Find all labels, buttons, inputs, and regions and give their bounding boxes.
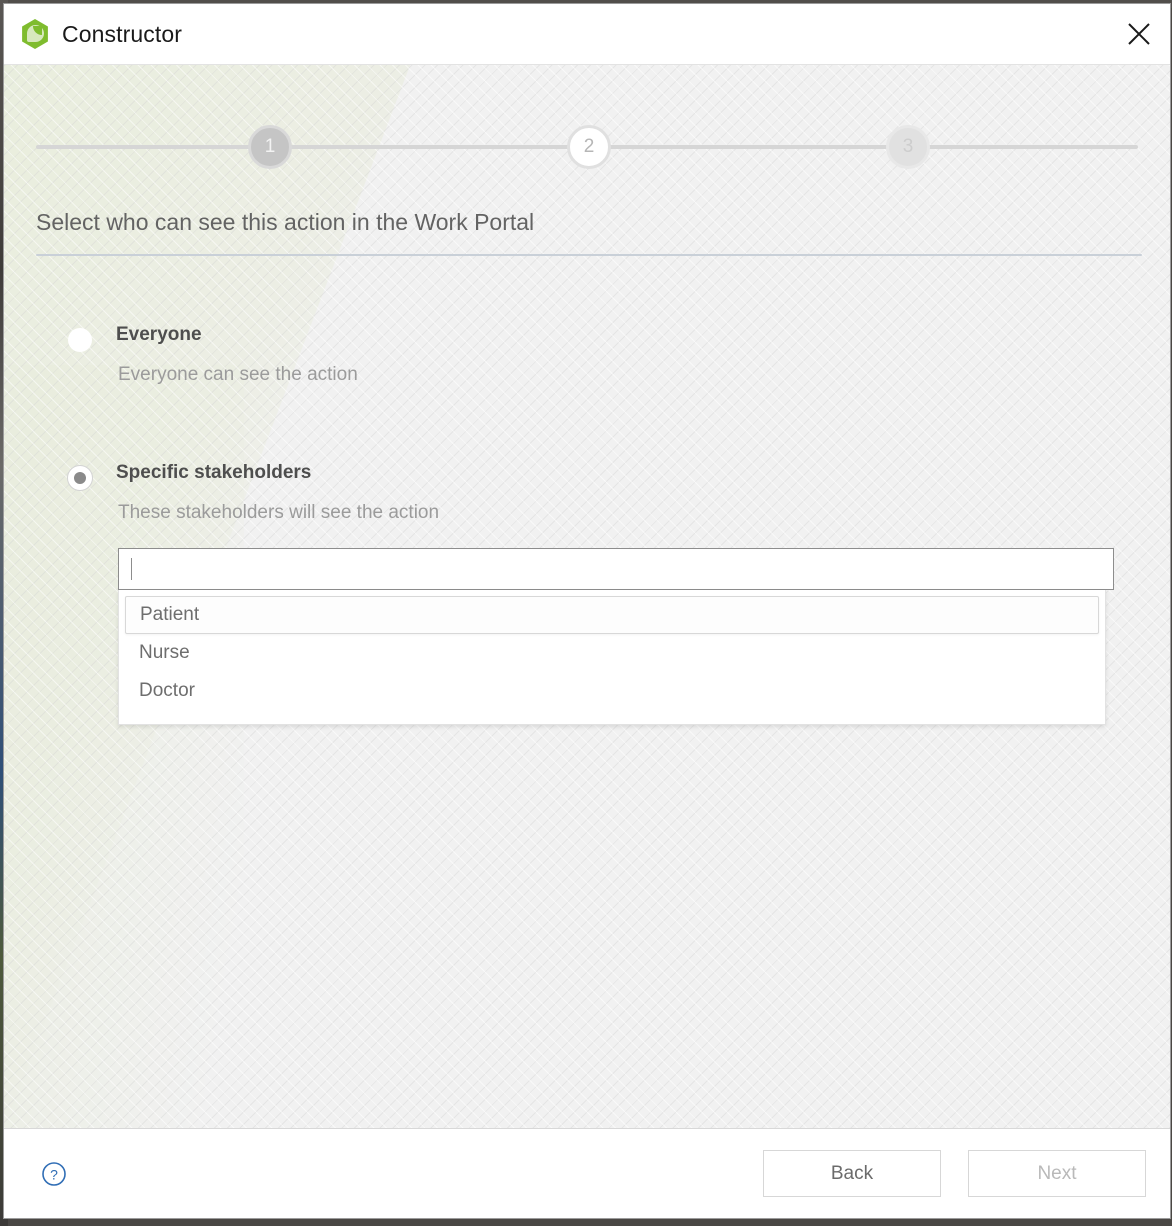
next-button[interactable]: Next (968, 1150, 1146, 1197)
stepper-step-3[interactable]: 3 (886, 125, 930, 169)
radio-everyone[interactable] (68, 328, 92, 352)
help-circle-icon[interactable]: ? (40, 1160, 68, 1188)
option-specific-stakeholders-label: Specific stakeholders (116, 462, 312, 483)
back-button-label: Back (830, 1162, 874, 1184)
next-button-label: Next (1037, 1162, 1077, 1184)
visibility-options: Everyone Everyone can see the action Spe… (4, 324, 1170, 725)
option-specific-stakeholders[interactable]: Specific stakeholders These stakeholders… (4, 462, 1170, 725)
wizard-stepper: 1 2 3 (36, 125, 1138, 169)
stepper-step-1-label: 1 (264, 136, 276, 157)
stakeholder-dropdown-list: Patient Nurse Doctor (118, 590, 1106, 725)
option-specific-stakeholders-description: These stakeholders will see the action (118, 502, 440, 523)
dialog-titlebar: Constructor (4, 4, 1170, 65)
radio-specific-stakeholders[interactable] (68, 466, 92, 490)
option-everyone[interactable]: Everyone Everyone can see the action (4, 324, 1170, 386)
stepper-step-1[interactable]: 1 (248, 125, 292, 169)
dialog-footer: ? Back Next (4, 1128, 1170, 1218)
constructor-hexagon-logo-icon (20, 19, 50, 49)
dropdown-option-nurse-label: Nurse (139, 642, 190, 663)
close-icon[interactable] (1108, 4, 1170, 63)
dropdown-option-doctor-label: Doctor (139, 680, 195, 701)
dropdown-option-patient-label: Patient (140, 604, 200, 625)
heading-divider (36, 254, 1142, 256)
dialog-title: Constructor (62, 20, 182, 47)
dropdown-option-patient[interactable]: Patient (125, 596, 1099, 634)
option-everyone-label: Everyone (116, 324, 202, 345)
constructor-dialog: Constructor 1 2 3 Select who can see thi… (4, 4, 1170, 1218)
option-everyone-description: Everyone can see the action (118, 364, 358, 385)
stepper-step-2[interactable]: 2 (567, 125, 611, 169)
dropdown-option-nurse[interactable]: Nurse (125, 634, 1099, 672)
text-cursor (131, 558, 132, 580)
page-title: Select who can see this action in the Wo… (36, 209, 535, 235)
stepper-step-3-label: 3 (902, 136, 914, 157)
svg-text:?: ? (50, 1166, 58, 1182)
dialog-body: 1 2 3 Select who can see this action in … (4, 65, 1170, 1128)
stakeholder-combobox: Patient Nurse Doctor (118, 548, 1114, 725)
dropdown-option-doctor[interactable]: Doctor (125, 672, 1099, 710)
stepper-step-2-label: 2 (583, 136, 595, 157)
back-button[interactable]: Back (763, 1150, 941, 1197)
stakeholder-input[interactable] (118, 548, 1114, 590)
